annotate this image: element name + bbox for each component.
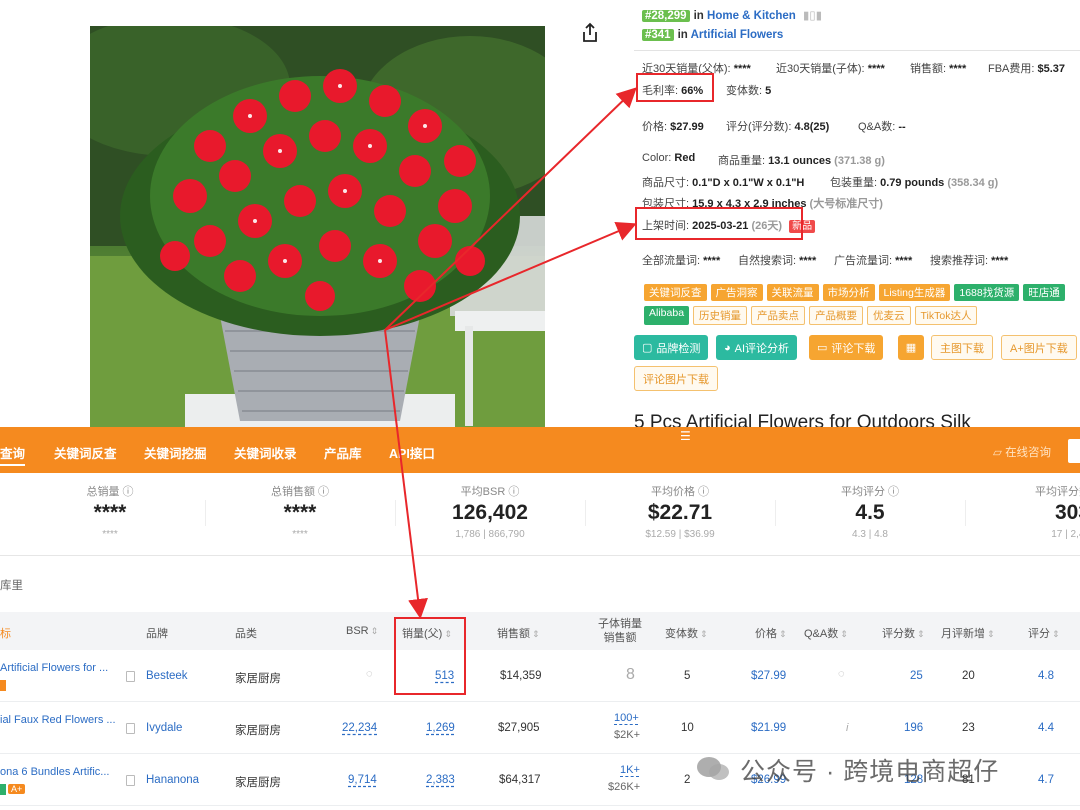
wechat-icon xyxy=(697,757,729,780)
annotation-arrows xyxy=(384,87,637,619)
watermark-text: 公众号 · 跨境电商超仔 xyxy=(740,758,1000,786)
